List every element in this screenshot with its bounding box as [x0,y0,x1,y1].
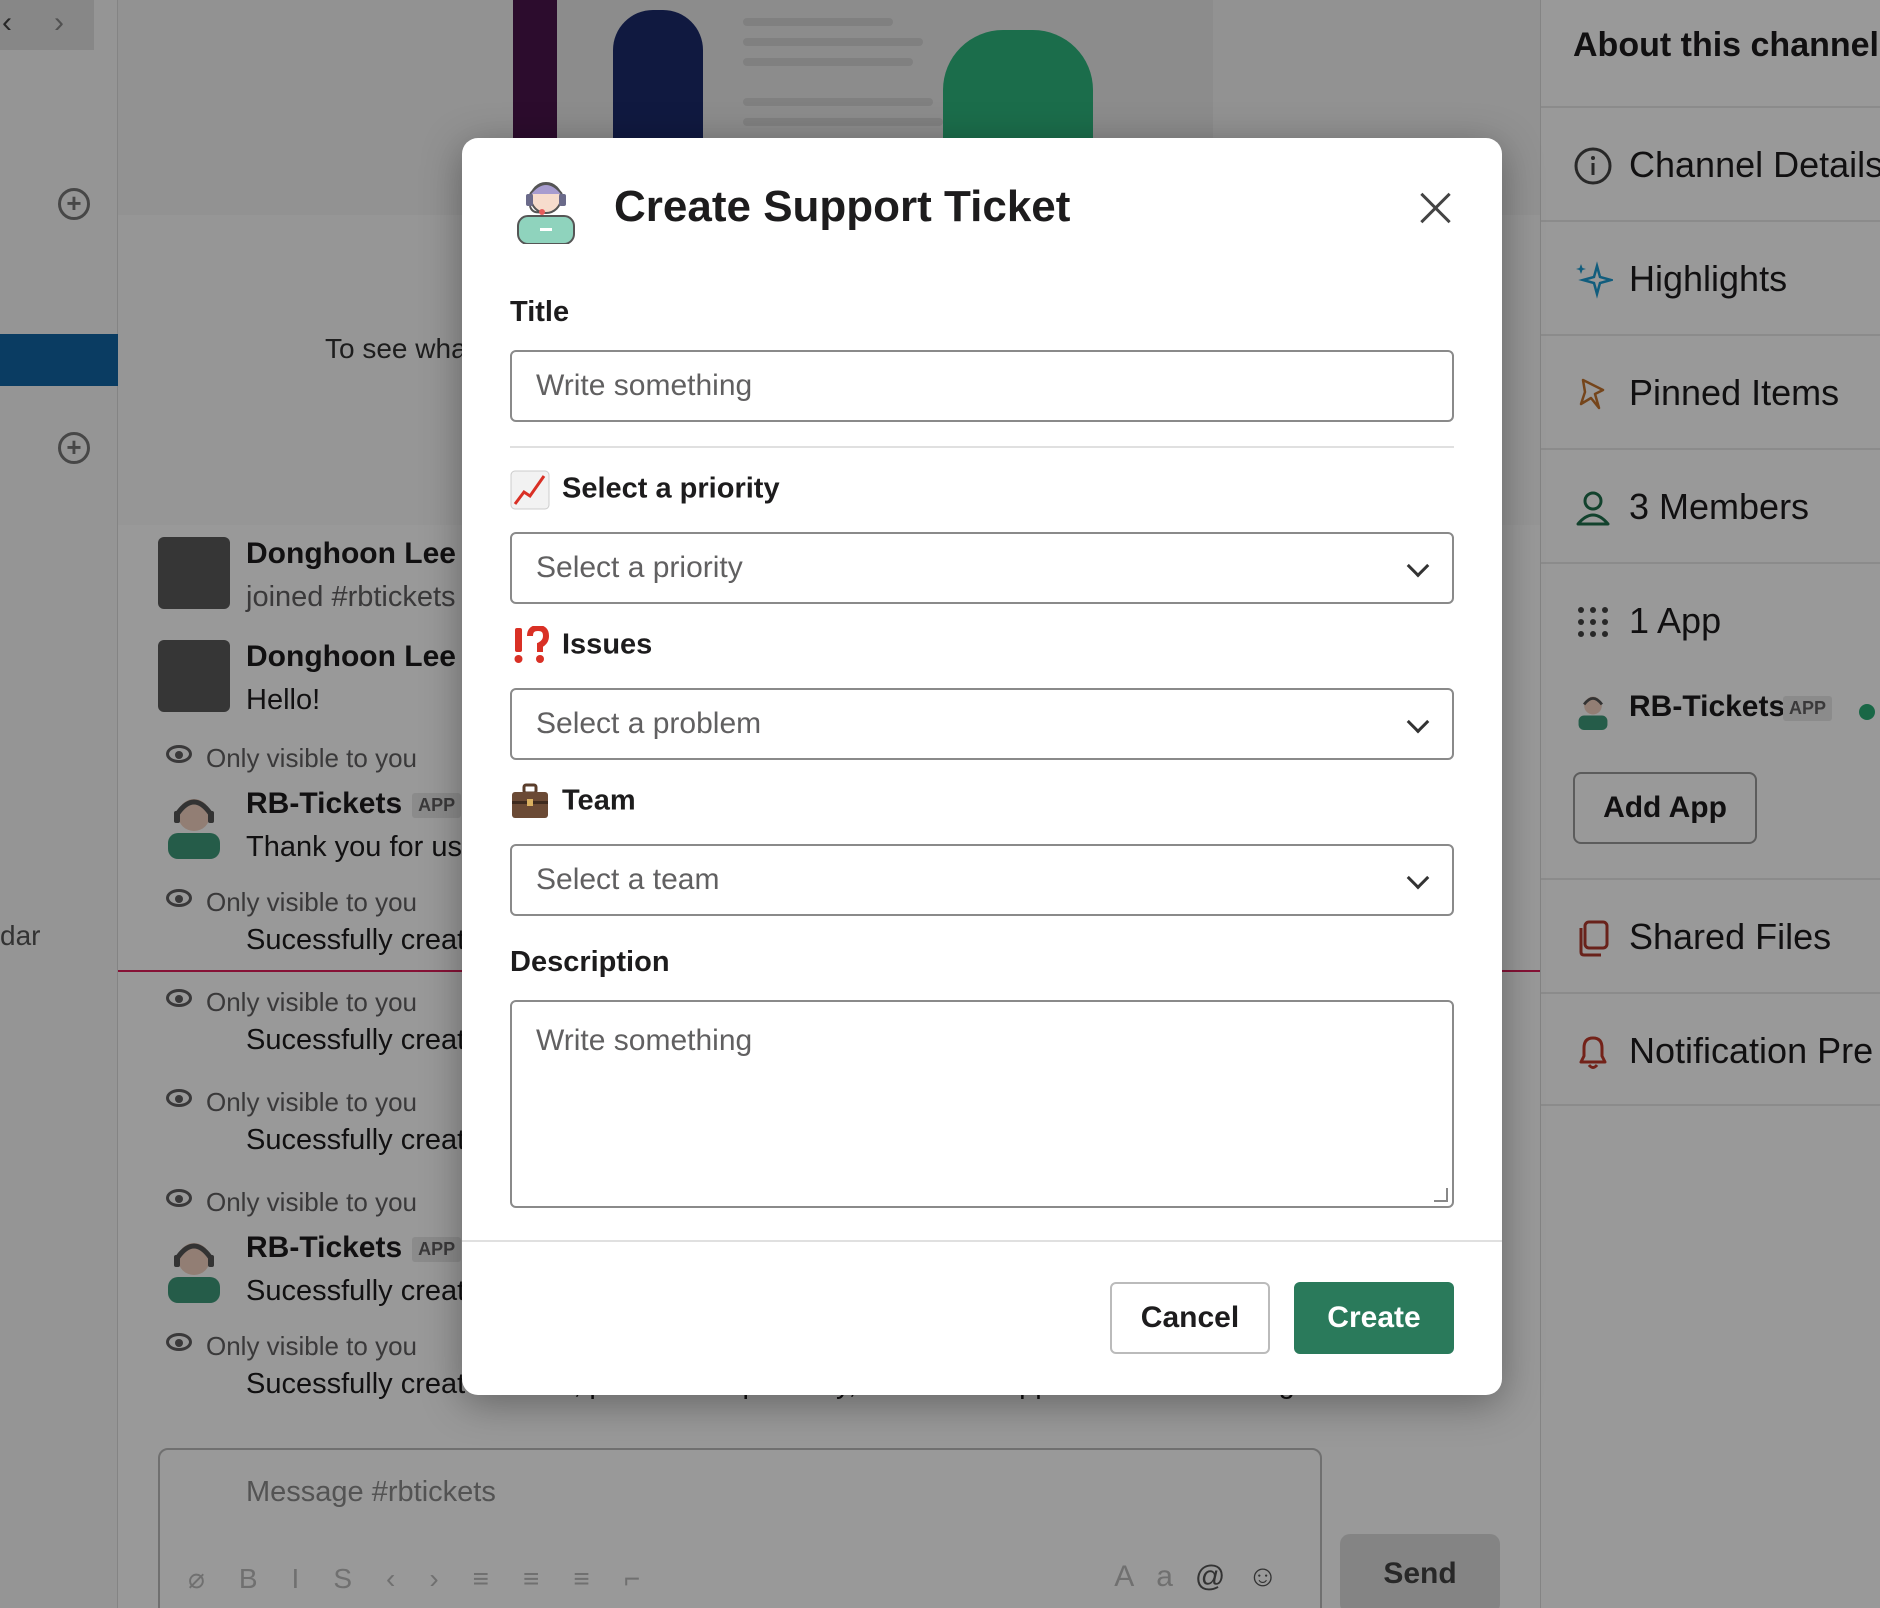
modal-title: Create Support Ticket [614,182,1071,231]
team-select[interactable]: Select a team [510,844,1454,916]
priority-select[interactable]: Select a priority [510,532,1454,604]
chevron-down-icon [1406,866,1430,890]
issues-select[interactable]: Select a problem [510,688,1454,760]
exclamation-question-icon [510,624,550,666]
briefcase-icon [510,782,550,822]
title-input[interactable]: Write something [510,350,1454,422]
title-label: Title [510,296,570,328]
issues-label: Issues [510,624,652,666]
description-textarea[interactable]: Write something [510,1000,1454,1208]
cancel-button[interactable]: Cancel [1110,1282,1270,1354]
resize-handle-icon[interactable] [1434,1188,1448,1202]
priority-label: Select a priority [510,470,780,510]
support-agent-icon [510,172,582,245]
footer-divider [462,1240,1502,1242]
team-label: Team [510,782,636,822]
section-divider [510,446,1454,448]
chevron-down-icon [1406,710,1430,734]
description-label: Description [510,946,670,978]
chevron-down-icon [1406,554,1430,578]
chart-increasing-icon [510,470,550,510]
close-icon[interactable] [1416,188,1456,228]
create-ticket-modal: Create Support Ticket Title Write someth… [462,138,1502,1395]
create-button[interactable]: Create [1294,1282,1454,1354]
